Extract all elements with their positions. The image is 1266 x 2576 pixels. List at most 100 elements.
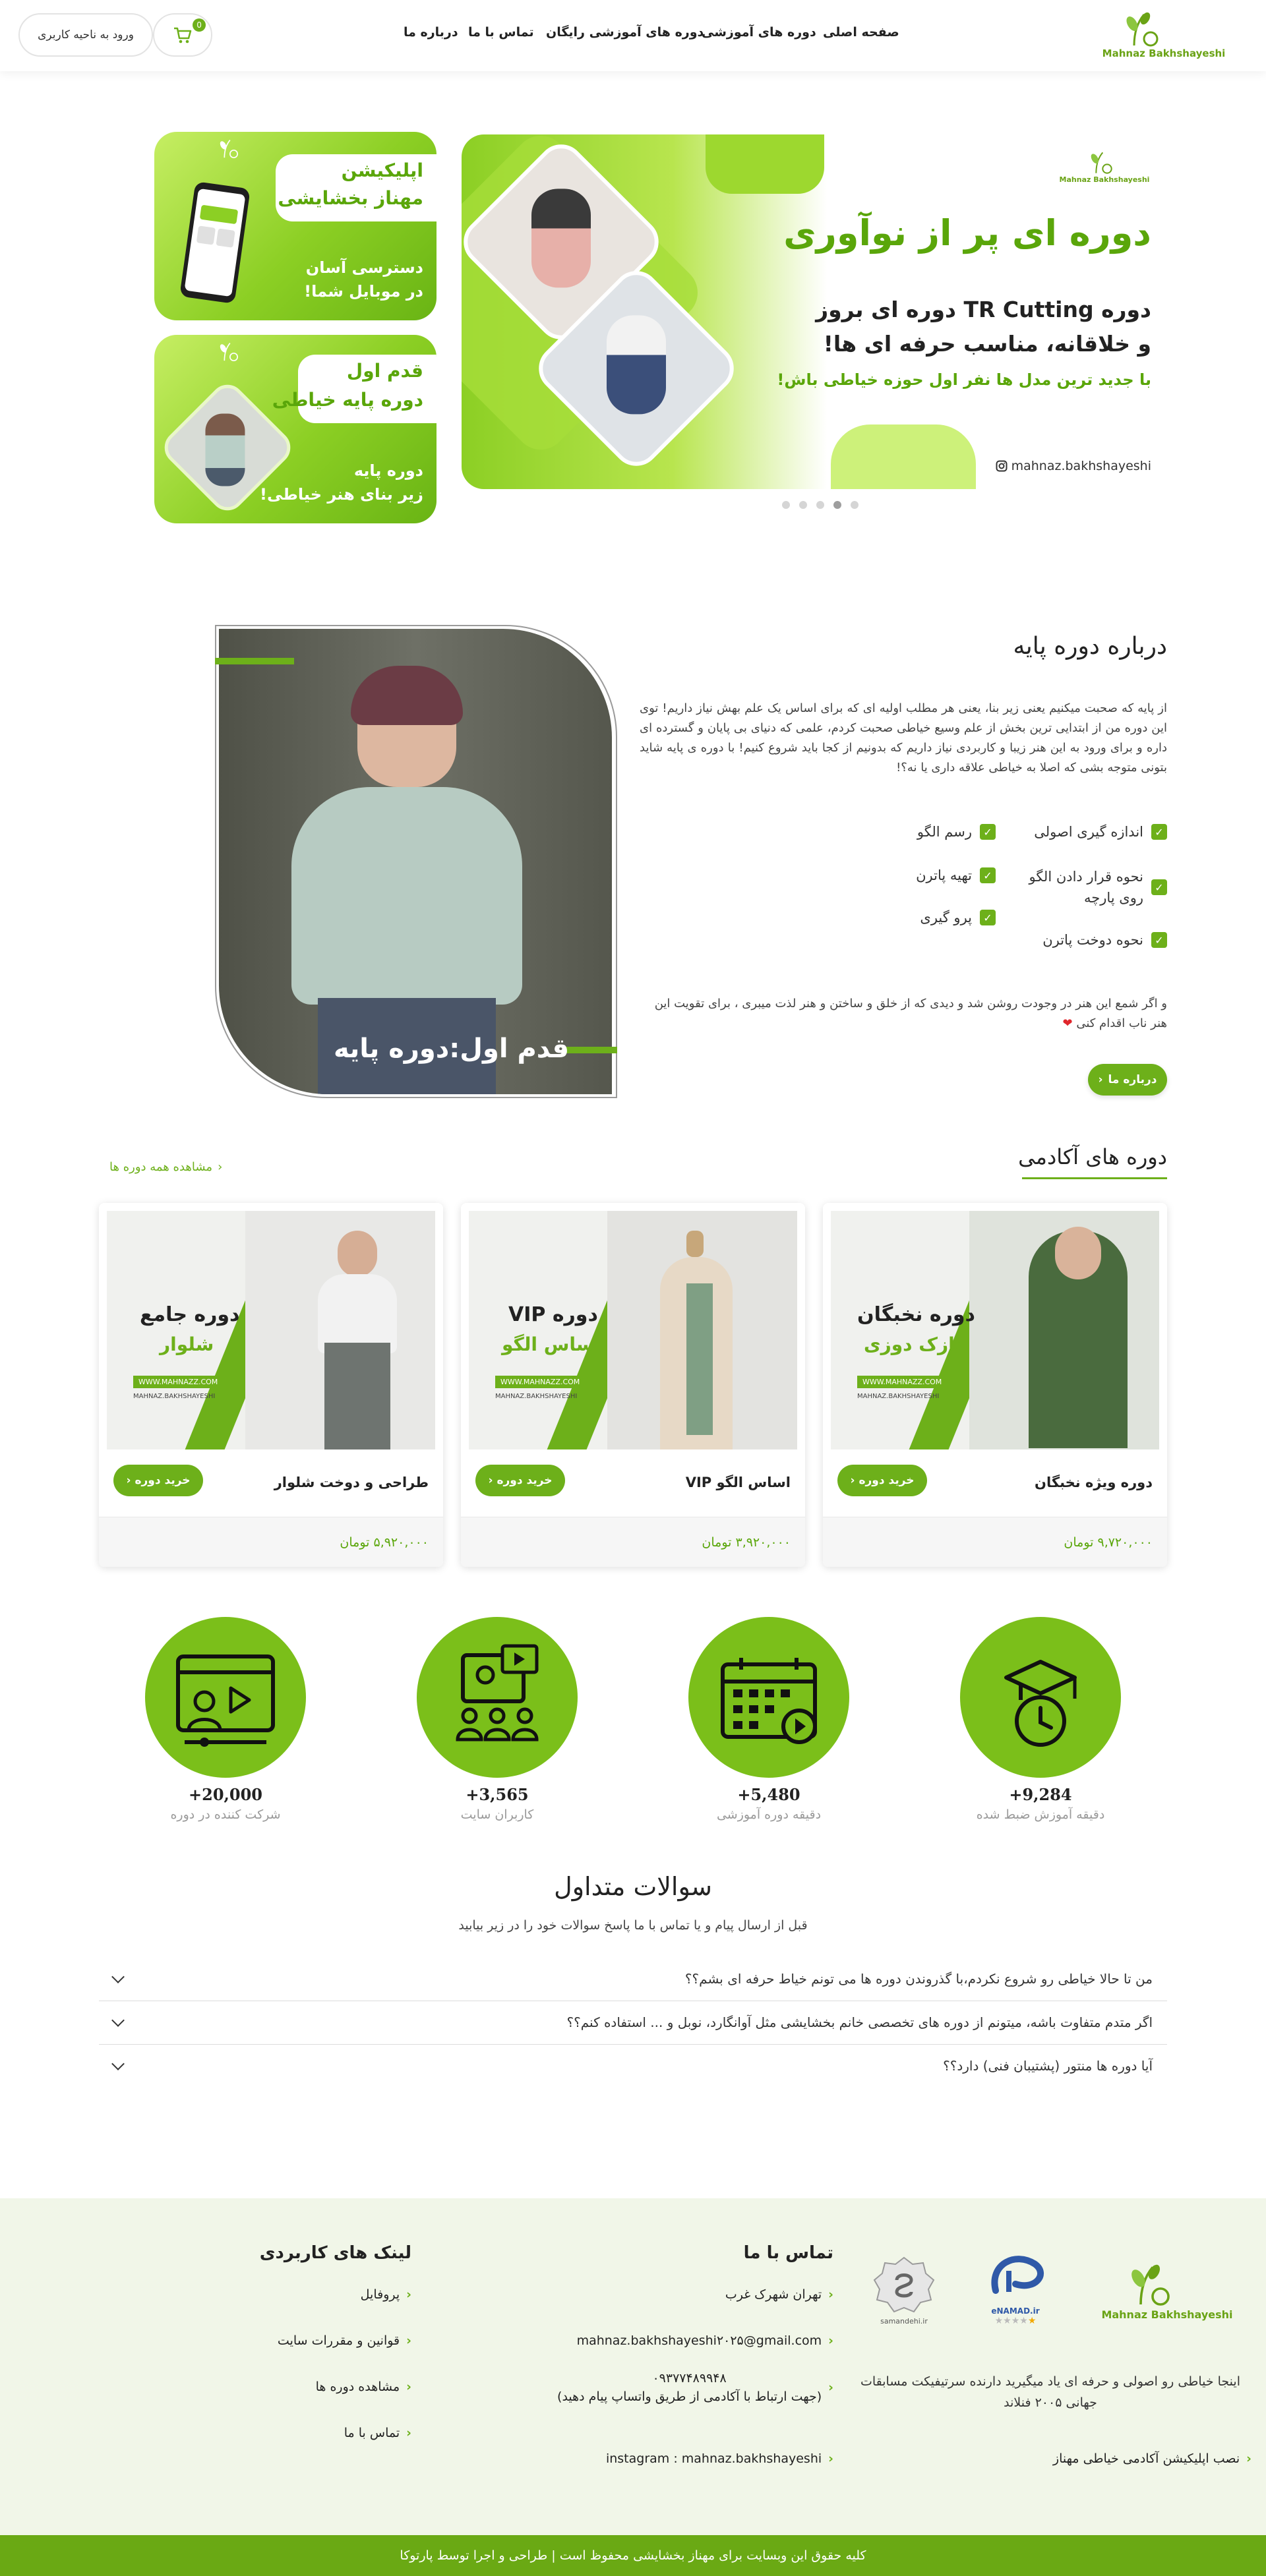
- faq-subheading: قبل از ارسال پیام و یا تماس با ما پاسخ س…: [458, 1918, 808, 1933]
- course-card[interactable]: دوره نخبگان نازک دوزی WWW.MAHNAZZ.COM MA…: [823, 1203, 1167, 1567]
- leaf-logo-icon: [220, 139, 239, 159]
- stat-number: 3,565+: [466, 1785, 529, 1804]
- stat-number: 20,000+: [189, 1785, 262, 1804]
- faq-heading: سوالات متداول: [554, 1872, 712, 1901]
- basic-course-promo-card[interactable]: قدم اول دوره پایه خیاطی دوره پایه زیر بن…: [154, 335, 437, 523]
- online-class-icon: [456, 1644, 539, 1742]
- course-image-insta: MAHNAZ.BAKHSHAYESHI: [133, 1393, 216, 1400]
- slide-instagram: mahnaz.bakhshayeshi: [996, 459, 1151, 473]
- app-card-sub-2: در موبایل شما!: [304, 282, 423, 301]
- rating-stars: ★★★★★: [994, 2316, 1037, 2326]
- nav-contact[interactable]: تماس با ما: [468, 25, 534, 40]
- course-card[interactable]: دوره VIP اساس الگو WWW.MAHNAZZ.COM MAHNA…: [461, 1203, 805, 1567]
- logo-text: Mahnaz Bakhshayeshi: [1102, 47, 1226, 59]
- leaf-logo-icon: [1131, 2264, 1170, 2306]
- stat-label: دقیقه دوره آموزشی: [716, 1807, 822, 1822]
- footer-link-rules[interactable]: ‹ قوانین و مقررات سایت: [278, 2333, 411, 2348]
- nav-courses[interactable]: دوره های آموزشی: [702, 25, 816, 40]
- app-promo-card[interactable]: اپلیکیشن مهناز بخشایشی دسترسی آسان در مو…: [154, 132, 437, 320]
- chevron-down-icon: [111, 2014, 125, 2027]
- stat-label: دقیقه آموزش ضبط شده: [976, 1807, 1105, 1822]
- contact-phone[interactable]: ‹ ۰۹۳۷۷۴۸۹۹۴۸ (جهت ارتباط با آکادمی از ط…: [557, 2371, 833, 2404]
- course-image-line-2: اساس الگو: [502, 1333, 601, 1355]
- contact-heading: تماس با ما: [743, 2243, 833, 2263]
- contact-instagram[interactable]: ‹ instagram : mahnaz.bakhshayeshi: [606, 2451, 833, 2466]
- course-image: دوره نخبگان نازک دوزی WWW.MAHNAZZ.COM MA…: [831, 1211, 1159, 1449]
- cart-icon: [174, 27, 192, 44]
- login-button[interactable]: ورود به ناحیه کاربری: [18, 13, 153, 57]
- contact-instagram-text: instagram : mahnaz.bakhshayeshi: [605, 2451, 822, 2466]
- about-closing-text: و اگر شمع این هنر در وجودت روشن شد و دید…: [654, 997, 1167, 1030]
- nav-home[interactable]: صفحه اصلی: [823, 25, 899, 40]
- course-image-insta: MAHNAZ.BAKHSHAYESHI: [857, 1393, 940, 1400]
- enamad-logo-icon: [991, 2256, 1044, 2294]
- chevron-left-icon: ‹: [126, 1474, 131, 1487]
- buy-course-button[interactable]: خرید دوره ‹: [113, 1465, 203, 1496]
- checklist-item: ✓ نحوه قرار دادن الگو روی پارچه: [1011, 866, 1167, 908]
- footer-logo-text: Mahnaz Bakhshayeshi: [1101, 2308, 1233, 2321]
- slide-line-3: با جدید ترین مدل ها نفر اول حوزه خیاطی ب…: [777, 370, 1151, 389]
- hero-slider[interactable]: Mahnaz Bakhshayeshi دوره ای پر از نوآوری…: [462, 134, 1164, 489]
- contact-email[interactable]: ‹ mahnaz.bakhshayeshi۲۰۲۵@gmail.com: [577, 2333, 833, 2348]
- course-image: دوره جامع شلوار WWW.MAHNAZZ.COM MAHNAZ.B…: [107, 1211, 435, 1449]
- buy-course-button[interactable]: خرید دوره ‹: [837, 1465, 927, 1496]
- faq-item[interactable]: آیا دوره ها منتور (پشتیبان فنی) دارد؟؟: [99, 2045, 1167, 2088]
- check-icon: ✓: [980, 867, 996, 883]
- about-us-label: درباره ما: [1108, 1073, 1157, 1086]
- stat-number: 9,284+: [1009, 1785, 1072, 1804]
- chevron-left-icon: ‹: [406, 2333, 411, 2348]
- contact-address-text: تهران شهرک غرب: [725, 2287, 822, 2302]
- checklist-item: ✓ رسم الگو: [917, 824, 996, 840]
- install-app-label: نصب اپلیکیشن آکادمی خیاطی مهناز: [1052, 2451, 1240, 2466]
- phone-mockup: [179, 181, 251, 304]
- courses-heading-underline: [1022, 1177, 1167, 1179]
- basic-card-title-1: قدم اول: [346, 360, 423, 382]
- slider-dot[interactable]: [799, 501, 807, 509]
- nav-free-courses[interactable]: دوره های آموزشی رایگان: [546, 25, 704, 40]
- calendar-video-icon: [721, 1658, 817, 1744]
- graduation-clock-icon: [1004, 1660, 1077, 1747]
- check-icon: ✓: [1151, 879, 1167, 895]
- slider-dot[interactable]: [816, 501, 824, 509]
- stat-circle: [688, 1617, 849, 1778]
- buy-label: خرید دوره: [497, 1474, 553, 1487]
- install-app-link[interactable]: ‹ نصب اپلیکیشن آکادمی خیاطی مهناز: [1053, 2451, 1251, 2466]
- about-paragraph: از پایه که صحبت میکنیم یعنی زیر بنا، یعن…: [640, 701, 1167, 775]
- footer-logo[interactable]: Mahnaz Bakhshayeshi: [1095, 2261, 1240, 2327]
- stat-label: کاربران سایت: [460, 1807, 534, 1822]
- app-card-logo: [169, 137, 241, 177]
- course-image-insta: MAHNAZ.BAKHSHAYESHI: [495, 1393, 578, 1400]
- stat-circle: [145, 1617, 306, 1778]
- slider-dot[interactable]: [782, 501, 790, 509]
- contact-address: ‹ تهران شهرک غرب: [725, 2287, 833, 2302]
- basic-card-sub-2: زیر بنای هنر خیاطی!: [260, 485, 423, 504]
- footer-link-courses[interactable]: ‹ مشاهده دوره ها: [316, 2380, 411, 2394]
- stat-label: شرکت کننده در دوره: [170, 1807, 281, 1822]
- footer-link-contact[interactable]: ‹ تماس با ما: [344, 2426, 411, 2440]
- about-us-button[interactable]: درباره ما ‹: [1088, 1064, 1167, 1096]
- cart-button[interactable]: 0: [153, 13, 212, 57]
- footer-link-label: تماس با ما: [344, 2426, 400, 2440]
- faq-item[interactable]: من تا حالا خیاطی رو شروع نکردم،با گذروند…: [99, 1958, 1167, 2001]
- samandehi-badge[interactable]: samandehi.ir: [868, 2255, 940, 2334]
- course-card[interactable]: دوره جامع شلوار WWW.MAHNAZZ.COM MAHNAZ.B…: [99, 1203, 443, 1567]
- chevron-left-icon: ‹: [488, 1474, 493, 1487]
- checklist-label: نحوه قرار دادن الگو روی پارچه: [1029, 869, 1143, 906]
- samandehi-label: samandehi.ir: [880, 2317, 928, 2326]
- view-all-courses-link[interactable]: ‹ مشاهده همه دوره ها: [109, 1160, 222, 1174]
- course-price: ۵,۹۲۰,۰۰۰ تومان: [340, 1535, 429, 1550]
- course-image: دوره VIP اساس الگو WWW.MAHNAZZ.COM MAHNA…: [469, 1211, 797, 1449]
- site-logo[interactable]: Mahnaz Bakhshayeshi: [1098, 9, 1230, 62]
- links-heading: لینک های کاربردی: [259, 2243, 411, 2263]
- buy-course-button[interactable]: خرید دوره ‹: [475, 1465, 565, 1496]
- footer-link-profile[interactable]: ‹ پروفایل: [361, 2287, 411, 2302]
- slider-dot[interactable]: [833, 501, 841, 509]
- course-image-site: WWW.MAHNAZZ.COM: [495, 1376, 586, 1388]
- stat-circle: [417, 1617, 578, 1778]
- faq-item[interactable]: اگر متدم متفاوت باشه، میتونم از دوره های…: [99, 2001, 1167, 2045]
- slider-dot[interactable]: [851, 501, 859, 509]
- app-card-sub-1: دسترسی آسان: [305, 258, 423, 277]
- enamad-badge[interactable]: eNAMAD.ir ★★★★★: [969, 2244, 1062, 2330]
- nav-about[interactable]: درباره ما: [404, 25, 458, 40]
- instagram-icon: [996, 460, 1008, 472]
